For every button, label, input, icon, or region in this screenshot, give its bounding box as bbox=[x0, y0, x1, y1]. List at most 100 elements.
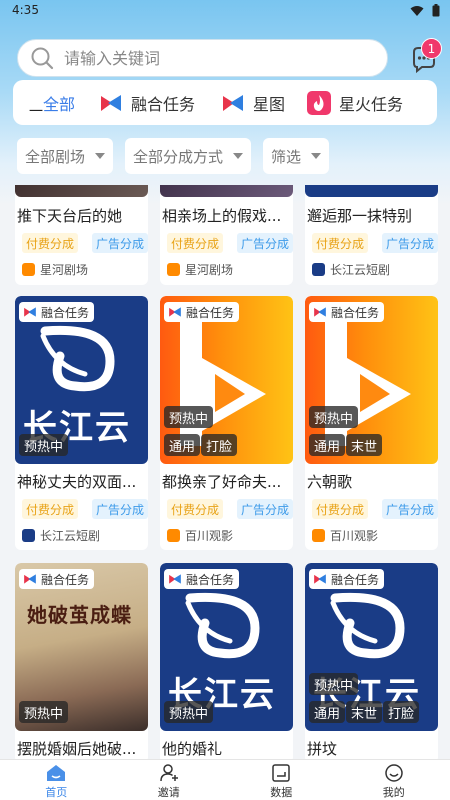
drama-card[interactable]: 长江云 融合任务 预热中 神秘丈夫的双面... 付费分成 广告分成 长江云短剧 bbox=[15, 296, 148, 550]
fusion-task-tag: 融合任务 bbox=[19, 569, 95, 589]
share-types: 付费分成 广告分成 bbox=[167, 499, 293, 519]
fusion-task-tag: 融合任务 bbox=[164, 302, 240, 322]
platform-name: 百川观影 bbox=[330, 529, 379, 543]
drama-card[interactable]: 长江云 融合任务 预热中 他的婚礼 bbox=[160, 563, 293, 759]
genre-chip: 通用 bbox=[309, 701, 346, 723]
data-icon bbox=[272, 764, 290, 782]
task-tag-label: 融合任务 bbox=[41, 305, 90, 320]
status-chip: 预热中 bbox=[309, 406, 359, 428]
tab-label: 星图 bbox=[253, 94, 286, 114]
fusion-task-tag: 融合任务 bbox=[164, 569, 240, 589]
tab-fusion-task[interactable]: 融合任务 bbox=[99, 80, 195, 125]
spark-logo-icon bbox=[307, 90, 331, 115]
status-time: 4:35 bbox=[12, 3, 39, 17]
share-types: 付费分成 广告分成 bbox=[22, 233, 148, 253]
platform: 星河剧场 bbox=[167, 261, 233, 278]
drama-grid[interactable]: 推下天台后的她 付费分成 广告分成 星河剧场 相亲场上的假戏... 付费分成 广… bbox=[0, 185, 450, 759]
fusion-task-tag: 融合任务 bbox=[309, 569, 385, 589]
fusion-logo-icon bbox=[314, 307, 326, 317]
drama-title: 摆脱婚姻后她破... bbox=[17, 740, 137, 758]
task-tabs: 一 全部 融合任务 星图 星火任务 bbox=[13, 80, 437, 125]
platform: 百川观影 bbox=[312, 527, 378, 544]
drama-card[interactable]: 融合任务 预热中 通用 打脸 都换亲了好命夫... 付费分成 广告分成 百川观影 bbox=[160, 296, 293, 550]
poster-image: 长江云 融合任务 预热中 bbox=[160, 563, 293, 731]
status-chip: 预热中 bbox=[19, 434, 69, 456]
tab-indicator: 一 bbox=[29, 104, 43, 120]
poster-image bbox=[15, 185, 148, 197]
nav-invite[interactable]: 邀请 bbox=[113, 760, 226, 800]
platform: 长江云短剧 bbox=[22, 527, 100, 544]
filter-label: 筛选 bbox=[271, 147, 302, 166]
nav-label: 数据 bbox=[270, 786, 293, 799]
status-chip: 预热中 bbox=[309, 673, 359, 695]
nav-label: 我的 bbox=[382, 786, 405, 799]
pay-share-tag: 付费分成 bbox=[22, 233, 78, 253]
tab-xingtu[interactable]: 星图 bbox=[221, 80, 285, 125]
chevron-down-icon bbox=[311, 153, 322, 159]
filter-theater[interactable]: 全部剧场 bbox=[17, 138, 114, 174]
drama-title: 推下天台后的她 bbox=[17, 207, 123, 225]
task-tag-label: 融合任务 bbox=[41, 572, 90, 587]
pay-share-tag: 付费分成 bbox=[312, 499, 368, 519]
filter-label: 全部分成方式 bbox=[133, 147, 224, 166]
ad-share-tag: 广告分成 bbox=[382, 499, 438, 519]
tab-all[interactable]: 全部 bbox=[43, 80, 75, 125]
wifi-icon bbox=[410, 5, 424, 16]
genre-chip: 通用 bbox=[309, 434, 346, 456]
task-tag-label: 融合任务 bbox=[331, 572, 380, 587]
poster-text: 她破茧成蝶 bbox=[27, 603, 132, 627]
drama-card[interactable]: 长江云 融合任务 预热中 通用 末世 打脸 拼坟 bbox=[305, 563, 438, 759]
tab-label: 融合任务 bbox=[131, 94, 196, 114]
platform-name: 长江云短剧 bbox=[40, 529, 101, 543]
filter-share-method[interactable]: 全部分成方式 bbox=[125, 138, 252, 174]
fusion-logo-icon bbox=[101, 94, 121, 111]
fusion-logo-icon bbox=[169, 307, 181, 317]
filter-label: 全部剧场 bbox=[25, 147, 86, 166]
platform-logo-icon bbox=[22, 263, 35, 276]
drama-title: 都换亲了好命夫... bbox=[162, 473, 282, 491]
genre-chip: 通用 bbox=[164, 434, 201, 456]
platform-logo-icon bbox=[312, 263, 325, 276]
filter-more[interactable]: 筛选 bbox=[263, 138, 330, 174]
drama-card[interactable]: 推下天台后的她 付费分成 广告分成 星河剧场 bbox=[15, 185, 148, 285]
status-bar: 4:35 bbox=[0, 0, 450, 22]
invite-icon bbox=[160, 764, 178, 782]
fusion-logo-icon bbox=[24, 307, 36, 317]
chevron-down-icon bbox=[233, 153, 244, 159]
drama-title: 神秘丈夫的双面... bbox=[17, 473, 137, 491]
pay-share-tag: 付费分成 bbox=[167, 499, 223, 519]
nav-mine[interactable]: 我的 bbox=[338, 760, 450, 800]
nav-data[interactable]: 数据 bbox=[225, 760, 338, 800]
poster-image: 长江云 融合任务 预热中 通用 末世 打脸 bbox=[305, 563, 438, 731]
platform-logo-icon bbox=[22, 529, 35, 542]
status-chip: 预热中 bbox=[164, 406, 214, 428]
poster-image: 融合任务 预热中 通用 打脸 bbox=[160, 296, 293, 464]
ad-share-tag: 广告分成 bbox=[237, 499, 293, 519]
nav-label: 邀请 bbox=[157, 786, 180, 799]
search-bar[interactable] bbox=[17, 39, 388, 77]
drama-card[interactable]: 相亲场上的假戏... 付费分成 广告分成 星河剧场 bbox=[160, 185, 293, 285]
home-icon bbox=[47, 765, 66, 781]
platform-name: 长江云短剧 bbox=[330, 263, 391, 277]
genre-chip: 打脸 bbox=[383, 701, 420, 723]
platform: 星河剧场 bbox=[22, 261, 88, 278]
platform: 百川观影 bbox=[167, 527, 233, 544]
drama-card[interactable]: 邂逅那一抹特别 付费分成 广告分成 长江云短剧 bbox=[305, 185, 438, 285]
platform-name: 百川观影 bbox=[185, 529, 234, 543]
ad-share-tag: 广告分成 bbox=[382, 233, 438, 253]
status-icons bbox=[410, 4, 440, 17]
share-types: 付费分成 广告分成 bbox=[22, 499, 148, 519]
share-types: 付费分成 广告分成 bbox=[167, 233, 293, 253]
poster-image bbox=[305, 185, 438, 197]
drama-card[interactable]: 她破茧成蝶 融合任务 预热中 摆脱婚姻后她破... bbox=[15, 563, 148, 759]
platform-logo-icon bbox=[167, 263, 180, 276]
chevron-down-icon bbox=[95, 153, 106, 159]
drama-card[interactable]: 融合任务 预热中 通用 末世 六朝歌 付费分成 广告分成 百川观影 bbox=[305, 296, 438, 550]
search-input[interactable] bbox=[64, 48, 344, 68]
filter-bar: 全部剧场 全部分成方式 筛选 bbox=[17, 138, 330, 174]
status-chip: 预热中 bbox=[164, 701, 214, 723]
nav-home[interactable]: 首页 bbox=[0, 760, 113, 800]
task-tag-label: 融合任务 bbox=[331, 305, 380, 320]
tab-spark-task[interactable]: 星火任务 bbox=[307, 80, 403, 125]
fusion-logo-icon bbox=[24, 574, 36, 584]
